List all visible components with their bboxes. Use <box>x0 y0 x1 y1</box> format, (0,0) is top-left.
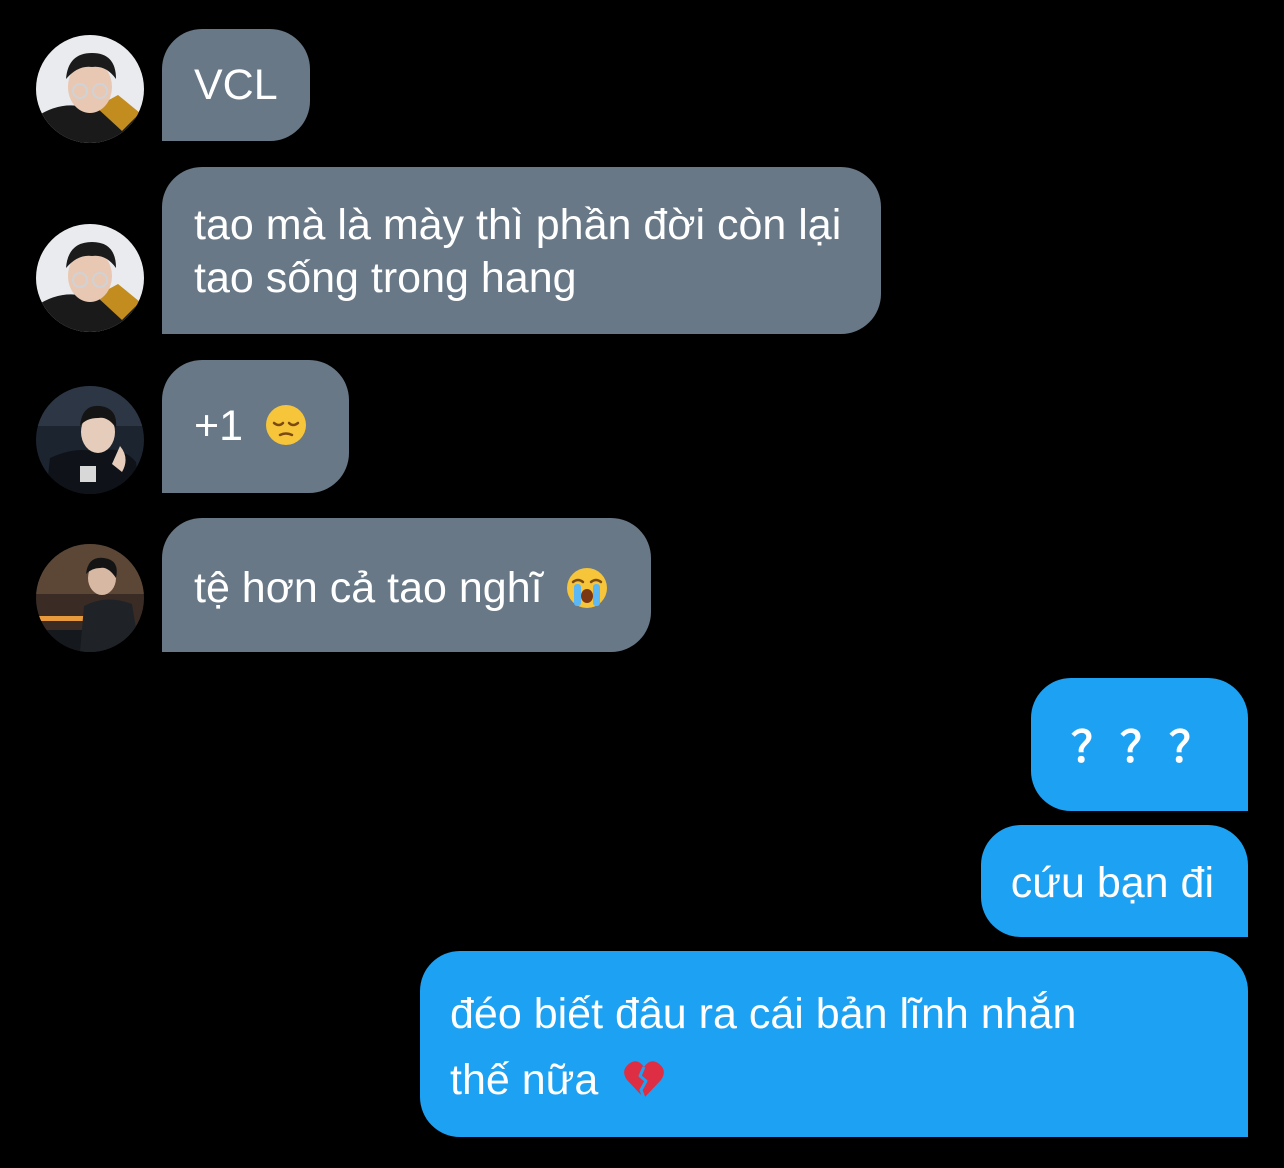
message-text: tao mà là mày thì phần đời còn lại tao s… <box>194 201 842 302</box>
avatar-user-a[interactable] <box>36 224 144 332</box>
message-text: ？？？ <box>1071 723 1218 773</box>
message-bubble-outgoing[interactable]: cứu bạn đi <box>980 825 1248 937</box>
message-text: VCL <box>194 61 278 109</box>
message-bubble-outgoing[interactable]: ？？？ <box>1031 678 1248 811</box>
message-text: +1 <box>194 402 244 450</box>
avatar-user-c[interactable] <box>36 544 144 652</box>
message-bubble-incoming[interactable]: +1 <box>162 360 349 493</box>
avatar-photo-a <box>36 35 144 143</box>
loudly-crying-face-icon <box>566 568 607 608</box>
message-bubble-incoming[interactable]: tệ hơn cả tao nghĩ <box>162 518 651 652</box>
avatar-photo-a <box>36 224 144 332</box>
avatar-photo-c <box>36 544 144 652</box>
message-bubble-incoming[interactable]: VCL <box>162 29 310 141</box>
message-text: tệ hơn cả tao nghĩ <box>194 564 543 612</box>
message-text: cứu bạn đi <box>1010 859 1214 907</box>
avatar-photo-b <box>36 386 144 494</box>
broken-heart-icon <box>624 1061 665 1099</box>
pensive-face-icon <box>265 405 306 445</box>
avatar-user-a[interactable] <box>36 35 144 143</box>
message-bubble-outgoing[interactable]: đéo biết đâu ra cái bản lĩnh nhắn thế nữ… <box>420 951 1248 1137</box>
message-text: đéo biết đâu ra cái bản lĩnh nhắn thế nữ… <box>450 990 1077 1104</box>
avatar-user-b[interactable] <box>36 386 144 494</box>
message-bubble-incoming[interactable]: tao mà là mày thì phần đời còn lại tao s… <box>162 167 882 334</box>
